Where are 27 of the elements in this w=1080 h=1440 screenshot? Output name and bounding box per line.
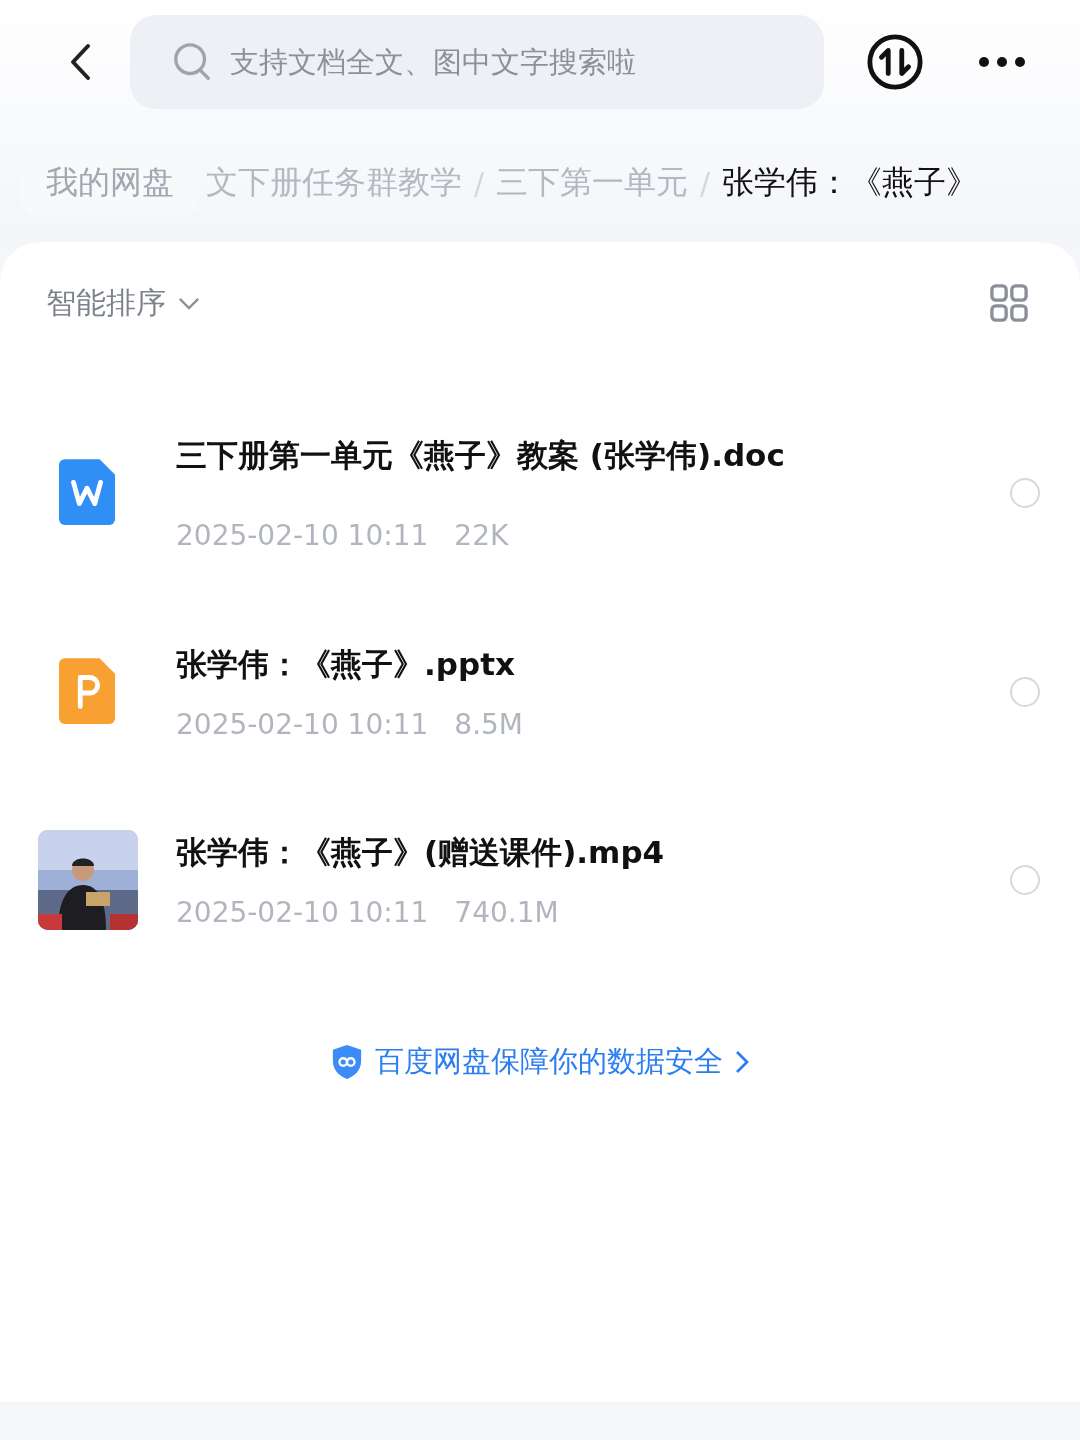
back-icon[interactable] <box>68 42 92 82</box>
file-size: 8.5M <box>454 707 523 741</box>
breadcrumb-separator: / <box>700 165 711 201</box>
sort-dropdown[interactable]: 智能排序 <box>46 282 200 324</box>
file-date: 2025-02-10 10:11 <box>176 895 429 929</box>
breadcrumb-separator: / <box>474 165 485 201</box>
word-file-icon <box>59 459 117 527</box>
file-date: 2025-02-10 10:11 <box>176 707 429 741</box>
breadcrumb-item[interactable]: 张学伟：《燕子》 <box>722 161 979 205</box>
chevron-right-icon <box>735 1050 749 1074</box>
security-link[interactable]: 百度网盘保障你的数据安全 <box>320 1042 760 1082</box>
shield-icon <box>331 1044 363 1080</box>
file-name[interactable]: 张学伟：《燕子》.pptx <box>176 643 1010 686</box>
file-name[interactable]: 张学伟：《燕子》(赠送课件).mp4 <box>176 831 1010 874</box>
select-checkbox[interactable] <box>1010 478 1040 508</box>
file-name[interactable]: 三下册第一单元《燕子》教案 (张学伟).doc <box>176 434 1010 477</box>
chevron-down-icon <box>178 296 200 310</box>
powerpoint-file-icon <box>59 658 117 726</box>
file-date: 2025-02-10 10:11 <box>176 518 429 552</box>
grid-view-icon[interactable] <box>990 284 1028 322</box>
more-icon[interactable] <box>978 56 1026 68</box>
search-field[interactable]: 支持文档全文、图中文字搜索啦 <box>130 15 824 109</box>
file-size: 22K <box>454 518 509 552</box>
select-checkbox[interactable] <box>1010 677 1040 707</box>
transfer-icon[interactable] <box>866 33 924 91</box>
select-checkbox[interactable] <box>1010 865 1040 895</box>
file-size: 740.1M <box>454 895 559 929</box>
